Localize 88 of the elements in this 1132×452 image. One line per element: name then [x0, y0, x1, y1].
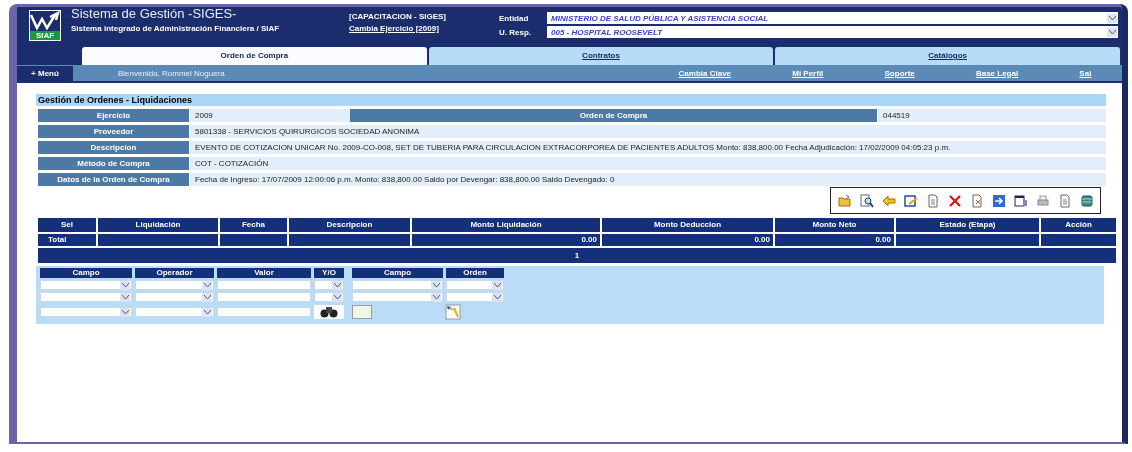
table-cell: 0.00	[775, 234, 894, 246]
column-header: Estado (Etapa)	[896, 218, 1039, 232]
wand-icon	[445, 304, 461, 320]
chevron-down-icon	[1107, 27, 1117, 37]
dropdown-field[interactable]	[352, 280, 443, 290]
dropdown-field[interactable]	[352, 292, 443, 302]
field-label: Datos de la Orden de Compra	[38, 173, 189, 186]
menu-link[interactable]: Cambia Clave	[678, 68, 732, 78]
column-header: Campo	[40, 268, 132, 278]
table-cell: 0.00	[412, 234, 600, 246]
dropdown-field[interactable]: 005 - HOSPITAL ROOSEVELT	[547, 26, 1118, 38]
chevron-down-icon	[202, 280, 212, 290]
dropdown-field[interactable]	[40, 280, 132, 290]
dropdown-field[interactable]	[135, 292, 214, 302]
column-header: Acción	[1041, 218, 1116, 232]
chevron-down-icon	[431, 292, 441, 302]
field-label: Orden de Compra	[350, 109, 877, 122]
dropdown-field[interactable]	[135, 307, 214, 317]
column-header: Descripcion	[289, 218, 410, 232]
environment-label: [CAPACITACION - SIGES]	[349, 12, 448, 21]
chevron-down-icon	[492, 280, 502, 290]
column-header: Monto Deduccion	[602, 218, 773, 232]
column-header: Campo	[352, 268, 443, 278]
tab[interactable]: Orden de Compra	[82, 47, 427, 65]
field-value: Fecha de Ingreso: 17/07/2009 12:00:06 p.m. Monto: 838,800.00 Saldo por Devengar: 838,800.00 Saldo Devengado: 0	[190, 173, 1106, 186]
selector-label: Entidad	[499, 13, 530, 23]
chevron-down-icon	[1107, 13, 1117, 23]
dropdown-field[interactable]	[314, 280, 344, 290]
tab[interactable]: Contratos	[428, 47, 774, 65]
menu-link[interactable]: Soporte	[884, 68, 915, 78]
chevron-down-icon	[120, 280, 130, 290]
dropdown-field[interactable]	[135, 280, 214, 290]
column-header: Fecha	[220, 218, 287, 232]
column-header: Orden	[446, 268, 504, 278]
column-header: Liquidación	[98, 218, 218, 232]
dropdown-field[interactable]	[314, 292, 344, 302]
table-cell: 0.00	[602, 234, 773, 246]
dropdown-field[interactable]	[446, 292, 504, 302]
chevron-down-icon	[332, 292, 342, 302]
field-value: 5801338 - SERVICIOS QUIRURGICOS SOCIEDAD ANONIMA	[190, 125, 1106, 138]
field-value: 2009	[190, 109, 350, 122]
chevron-down-icon	[332, 280, 342, 290]
menu-link[interactable]: Base Legal	[975, 68, 1019, 78]
input-field[interactable]	[217, 307, 311, 317]
logo-text: SIAF	[30, 31, 60, 40]
selector-label: U. Resp.	[499, 27, 532, 37]
page-title: Gestión de Ordenes - Liquidaciones	[36, 94, 1106, 106]
field-label: Ejercicio	[38, 109, 189, 122]
table-cell: Total	[38, 234, 96, 246]
menu-link[interactable]: Mi Perfil	[792, 68, 824, 78]
binoculars-icon	[320, 306, 338, 318]
chevron-down-icon	[120, 292, 130, 302]
dropdown-field[interactable]	[40, 307, 132, 317]
column-header: Y/O	[314, 268, 344, 278]
column-header: Valor	[217, 268, 311, 278]
table-cell	[220, 234, 287, 246]
input-field[interactable]	[217, 292, 311, 302]
tab[interactable]: Catálogos	[775, 47, 1120, 65]
menu-link[interactable]: Sal	[1079, 68, 1092, 78]
chevron-down-icon	[202, 292, 212, 302]
column-header: Monto Neto	[775, 218, 894, 232]
sort-button[interactable]	[445, 304, 461, 320]
chevron-down-icon	[120, 307, 130, 317]
chevron-down-icon	[431, 280, 441, 290]
field-value: 044519	[878, 109, 1106, 122]
dropdown-field[interactable]	[446, 280, 504, 290]
field-value: EVENTO DE COTIZACION UNICAR No. 2009-CO-008, SET DE TUBERIA PARA CIRCULACION EXTRACORPOREA DE PACIENTES ADULTOS Monto: 838,800.00 Fecha Adjudicación: 17/02/2009 04:05:23 p.m.	[190, 141, 1106, 154]
field-value: COT - COTIZACIÓN	[190, 157, 1106, 170]
search-button[interactable]	[857, 191, 876, 210]
dropdown-field[interactable]	[40, 292, 132, 302]
change-year-link[interactable]: Cambia Ejercicio [2009]	[349, 24, 489, 33]
column-header: Operador	[135, 268, 214, 278]
field-label: Método de Compra	[38, 157, 189, 170]
search-button[interactable]	[314, 305, 344, 319]
column-header: Monto Liquidación	[412, 218, 600, 232]
app-title: Sistema de Gestión -SIGES-	[71, 7, 238, 21]
blank-button[interactable]	[352, 305, 372, 319]
chevron-down-icon	[202, 307, 212, 317]
chevron-down-icon	[492, 292, 502, 302]
input-field[interactable]	[217, 280, 311, 290]
welcome-text: Bienvenido, Rommel Noguera	[118, 68, 226, 78]
app-subtitle: Sistema integrado de Administración Financiera / SIAF	[71, 24, 281, 33]
column-header: Sel	[38, 218, 96, 232]
page-number[interactable]: 1	[574, 251, 580, 260]
field-label: Proveedor	[38, 125, 189, 138]
field-label: Descripcion	[38, 141, 189, 154]
menu-button[interactable]: + Menú	[17, 65, 73, 81]
dropdown-field[interactable]: MINISTERIO DE SALUD PÚBLICA Y ASISTENCIA SOCIAL	[547, 12, 1118, 24]
